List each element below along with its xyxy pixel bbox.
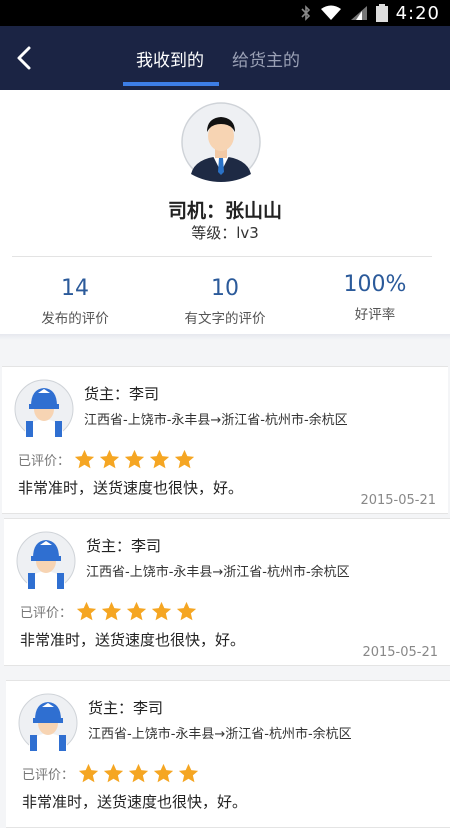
star-icon: [153, 763, 174, 783]
chevron-left-icon: [17, 46, 31, 70]
top-nav-bar: 我收到的 给货主的: [0, 26, 450, 90]
star-icon: [76, 601, 97, 621]
owner-avatar: [16, 531, 76, 591]
rating-row: 已评价：: [22, 763, 203, 784]
driver-name: 司机：张山山: [167, 200, 282, 222]
stat-value: 10: [211, 276, 239, 301]
driver-avatar: [181, 102, 261, 182]
stat-label: 有文字的评价: [184, 311, 266, 327]
tab-received[interactable]: 我收到的: [136, 46, 204, 71]
star-icon: [126, 601, 147, 621]
star-icon: [174, 449, 195, 469]
owner-avatar: [14, 379, 74, 439]
review-card[interactable]: 货主：李司 江西省-上饶市-永丰县→浙江省-杭州市-余杭区 已评价： 非常准时，…: [4, 518, 450, 666]
rated-label: 已评价：: [18, 454, 71, 469]
driver-level: 等级：lv3: [191, 224, 259, 242]
status-time: 4:20: [395, 2, 440, 24]
owner-name: 货主：李司: [88, 699, 164, 717]
star-icon: [151, 601, 172, 621]
owner-name: 货主：李司: [86, 537, 162, 555]
back-button[interactable]: [6, 40, 42, 76]
stat-label: 发布的评价: [41, 311, 109, 327]
review-card[interactable]: 货主：李司 江西省-上饶市-永丰县→浙江省-杭州市-余杭区 已评价： 非常准时，…: [2, 366, 448, 514]
star-icon: [149, 449, 170, 469]
rating-row: 已评价：: [20, 601, 201, 622]
owner-avatar: [18, 693, 78, 753]
star-icon: [178, 763, 199, 783]
star-icon: [128, 763, 149, 783]
star-icon: [103, 763, 124, 783]
review-comment: 非常准时，送货速度也很快，好。: [22, 793, 248, 811]
star-icon: [124, 449, 145, 469]
wifi-icon: [320, 5, 341, 20]
review-date: 2015-05-21: [362, 645, 438, 660]
rated-label: 已评价：: [20, 606, 73, 621]
section-separator: [0, 334, 450, 340]
star-icon: [78, 763, 99, 783]
route-text: 江西省-上饶市-永丰县→浙江省-杭州市-余杭区: [84, 413, 348, 428]
status-bar: 4:20: [0, 0, 450, 26]
review-comment: 非常准时，送货速度也很快，好。: [18, 479, 244, 497]
divider: [12, 256, 432, 257]
review-card[interactable]: 货主：李司 江西省-上饶市-永丰县→浙江省-杭州市-余杭区 已评价： 非常准时，…: [6, 680, 450, 828]
stat-published-reviews[interactable]: 14 发布的评价: [0, 276, 150, 327]
review-comment: 非常准时，送货速度也很快，好。: [20, 631, 246, 649]
tab-given-to-owner[interactable]: 给货主的: [232, 46, 300, 71]
stat-text-reviews[interactable]: 10 有文字的评价: [150, 276, 300, 327]
stat-value: 14: [61, 276, 89, 301]
status-icons: 4:20: [300, 0, 440, 26]
stat-label: 好评率: [354, 307, 396, 323]
star-icon: [74, 449, 95, 469]
star-icon: [101, 601, 122, 621]
route-text: 江西省-上饶市-永丰县→浙江省-杭州市-余杭区: [88, 727, 352, 742]
driver-profile-card: 司机：张山山 等级：lv3 14 发布的评价 10 有文字的评价 100% 好评…: [0, 90, 450, 334]
rated-label: 已评价：: [22, 768, 75, 783]
route-text: 江西省-上饶市-永丰县→浙江省-杭州市-余杭区: [86, 565, 350, 580]
owner-name: 货主：李司: [84, 385, 160, 403]
battery-icon: [375, 4, 388, 22]
signal-icon: [350, 6, 367, 20]
active-tab-indicator: [123, 82, 219, 86]
star-icon: [176, 601, 197, 621]
stat-positive-rate[interactable]: 100% 好评率: [300, 272, 450, 323]
stat-value: 100%: [343, 272, 407, 297]
bluetooth-icon: [301, 5, 310, 21]
rating-row: 已评价：: [18, 449, 199, 470]
star-icon: [99, 449, 120, 469]
review-date: 2015-05-21: [360, 493, 436, 508]
